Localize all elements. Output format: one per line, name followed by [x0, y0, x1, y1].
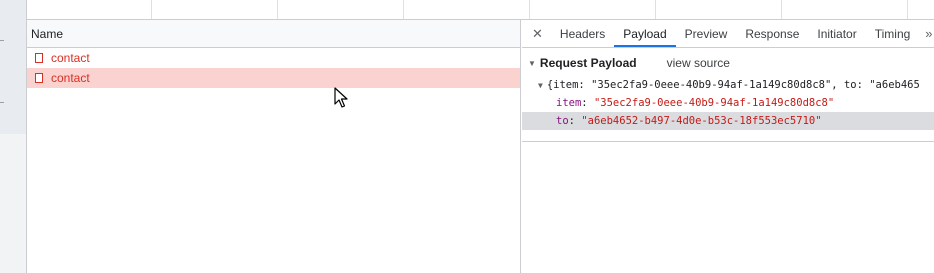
field-key: to — [556, 115, 569, 127]
field-key: item — [556, 97, 582, 109]
column-header-label: Name — [31, 26, 64, 41]
timeline-divider — [655, 0, 656, 19]
request-row-selected[interactable]: contact — [27, 68, 520, 88]
payload-field-to[interactable]: to: "a6eb4652-b497-4d0e-b53c-18f553ec571… — [522, 112, 934, 130]
request-payload-section[interactable]: ▼ Request Payload view source — [522, 54, 934, 72]
mouse-cursor-icon — [334, 87, 348, 108]
request-list: Name contact contact — [27, 20, 521, 273]
request-name: contact — [51, 51, 90, 65]
payload-tree: ▼ {item: "35ec2fa9-0eee-40b9-94af-1a149c… — [522, 76, 934, 130]
view-source-link[interactable]: view source — [667, 56, 730, 70]
tab-headers[interactable]: Headers — [551, 20, 614, 47]
expand-triangle-icon[interactable]: ▼ — [528, 59, 536, 68]
tab-response[interactable]: Response — [736, 20, 808, 47]
close-icon[interactable]: ✕ — [522, 20, 551, 47]
request-details-panel: ✕ Headers Payload Preview Response Initi… — [522, 20, 934, 273]
tab-initiator[interactable]: Initiator — [808, 20, 865, 47]
gutter-highlight — [0, 0, 26, 134]
request-name: contact — [51, 71, 90, 85]
payload-view: ▼ Request Payload view source ▼ {item: "… — [522, 48, 934, 142]
key-separator: : — [568, 115, 582, 127]
details-tabbar: ✕ Headers Payload Preview Response Initi… — [522, 20, 934, 48]
tab-timing[interactable]: Timing — [866, 20, 920, 47]
timeline-divider — [403, 0, 404, 19]
timeline-divider — [907, 0, 908, 19]
timeline-divider — [781, 0, 782, 19]
payload-tree-root[interactable]: ▼ {item: "35ec2fa9-0eee-40b9-94af-1a149c… — [522, 76, 934, 94]
timeline-divider — [151, 0, 152, 19]
expand-triangle-icon[interactable]: ▼ — [538, 81, 543, 90]
gutter-tick — [0, 102, 4, 103]
section-divider — [522, 141, 934, 142]
timeline-divider — [529, 0, 530, 19]
more-tabs-icon[interactable]: » — [919, 20, 932, 47]
key-separator: : — [581, 97, 594, 109]
left-gutter — [0, 0, 27, 273]
payload-field-item[interactable]: item: "35ec2fa9-0eee-40b9-94af-1a149c80d… — [522, 94, 934, 112]
field-value: "a6eb4652-b497-4d0e-b53c-18f553ec5710" — [581, 115, 822, 127]
document-icon — [35, 53, 43, 63]
timeline-divider — [277, 0, 278, 19]
column-header-name[interactable]: Name — [27, 20, 520, 48]
section-title: Request Payload — [539, 56, 637, 70]
payload-summary: {item: "35ec2fa9-0eee-40b9-94af-1a149c80… — [546, 79, 920, 91]
tab-preview[interactable]: Preview — [676, 20, 737, 47]
field-value: "35ec2fa9-0eee-40b9-94af-1a149c80d8c8" — [593, 97, 835, 109]
timeline-overview[interactable] — [27, 0, 934, 20]
gutter-tick — [0, 40, 4, 41]
request-row[interactable]: contact — [27, 48, 520, 68]
tab-payload[interactable]: Payload — [614, 20, 676, 47]
document-icon — [35, 73, 43, 83]
